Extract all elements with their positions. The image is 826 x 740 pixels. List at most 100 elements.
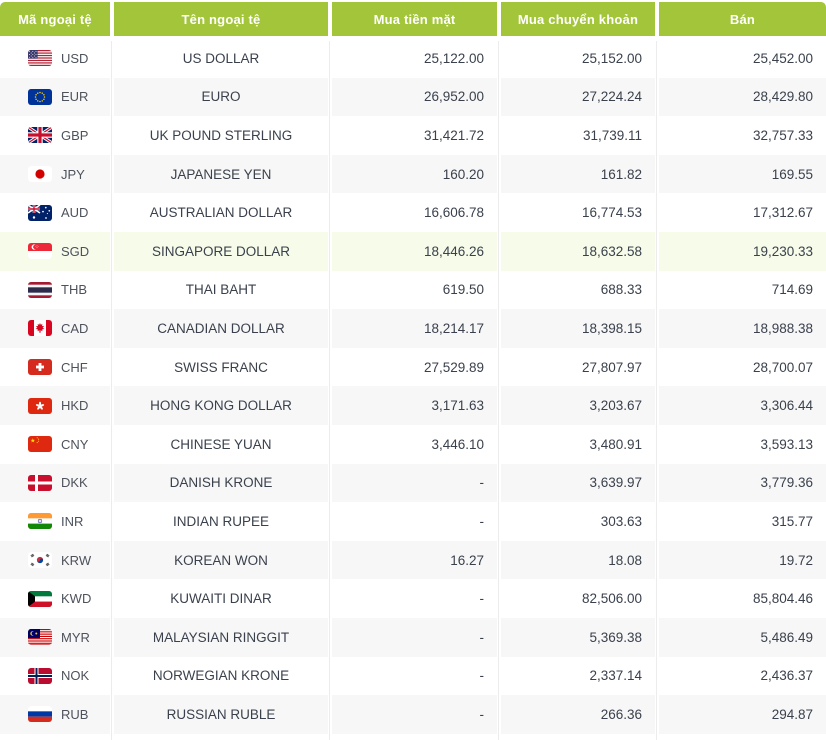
table-row-myr[interactable]: MYR MALAYSIAN RINGGIT -5,369.38 5,486.49 — [0, 617, 826, 657]
buy-transfer-value: 18,632.58 — [501, 231, 655, 271]
buy-cash-value: - — [332, 617, 497, 657]
sell-value: 28,700.07 — [659, 347, 826, 387]
table-body: USD US DOLLAR 25,122.00 25,152.00 25,452.00 E… — [0, 39, 826, 734]
table-row-kwd[interactable]: KWD KUWAITI DINAR -82,506.00 85,804.46 — [0, 579, 826, 618]
table-row-aud[interactable]: AUD AUSTRALIAN DOLLAR 16,606.78 16,774.53 17… — [0, 193, 826, 232]
sell-value: 17,312.67 — [659, 193, 826, 232]
currency-code-cell: KWD — [0, 579, 110, 618]
currency-code: NOK — [61, 668, 90, 684]
buy-transfer-value: 303.63 — [501, 502, 655, 541]
header-currency-code: Mã ngoại tệ — [0, 2, 110, 36]
flag-kwd-icon — [28, 590, 52, 607]
flag-hkd-icon — [28, 397, 52, 414]
currency-code: EUR — [61, 89, 89, 105]
buy-transfer-value: 27,807.97 — [501, 347, 655, 387]
sell-value: 19.72 — [659, 540, 826, 580]
flag-chf-icon — [28, 359, 52, 376]
currency-name: SWISS FRANC — [114, 347, 328, 387]
table-row-cad[interactable]: CAD CANADIAN DOLLAR 18,214.17 18,398.15 18,9… — [0, 309, 826, 348]
flag-inr-icon — [28, 513, 52, 530]
table-row-gbp[interactable]: GBP UK POUND STERLING 31,421.72 31,739.11 32… — [0, 116, 826, 155]
currency-code: JPY — [61, 166, 85, 182]
header-currency-name: Tên ngoại tệ — [114, 2, 328, 36]
currency-code-cell: CHF — [0, 347, 110, 387]
flag-cad-icon — [28, 320, 52, 337]
flag-jpy-icon — [28, 166, 52, 183]
exchange-rates-table: Mã ngoại tệ Tên ngoại tệ Mua tiền mặt Mu… — [0, 2, 826, 740]
buy-transfer-value: 25,152.00 — [501, 39, 655, 78]
sell-value: 32,757.33 — [659, 116, 826, 155]
currency-code-cell: CAD — [0, 309, 110, 348]
table-row-hkd[interactable]: HKD HONG KONG DOLLAR 3,171.63 3,203.67 3,306… — [0, 386, 826, 425]
table-row-nok[interactable]: NOK NORWEGIAN KRONE -2,337.14 2,436.37 — [0, 656, 826, 696]
buy-cash-value: 18,446.26 — [332, 231, 497, 271]
flag-cny-icon — [28, 436, 52, 453]
buy-cash-value: 18,214.17 — [332, 309, 497, 348]
currency-code-cell: USD — [0, 39, 110, 78]
flag-myr-icon — [28, 629, 52, 646]
currency-name: CHINESE YUAN — [114, 424, 328, 464]
sell-value: 2,436.37 — [659, 656, 826, 696]
buy-transfer-value: 2,337.14 — [501, 656, 655, 696]
flag-thb-icon — [28, 281, 52, 298]
table-row-krw[interactable]: KRW KOREAN WON 16.27 18.08 19.72 — [0, 540, 826, 580]
sell-value: 5,486.49 — [659, 617, 826, 657]
table-row-jpy[interactable]: JPY JAPANESE YEN 160.20 161.82 169.55 — [0, 154, 826, 194]
currency-code-cell: AUD — [0, 193, 110, 232]
sell-value: 18,988.38 — [659, 309, 826, 348]
buy-transfer-value: 266.36 — [501, 695, 655, 734]
table-row-inr[interactable]: INR INDIAN RUPEE -303.63 315.77 — [0, 502, 826, 541]
currency-name: KOREAN WON — [114, 540, 328, 580]
table-row-eur[interactable]: EUR EURO 26,952.00 27,224.24 28,429.80 — [0, 77, 826, 117]
buy-cash-value: - — [332, 463, 497, 503]
buy-cash-value: 27,529.89 — [332, 347, 497, 387]
currency-name: INDIAN RUPEE — [114, 502, 328, 541]
table-row-rub[interactable]: RUB RUSSIAN RUBLE -266.36 294.87 — [0, 695, 826, 734]
currency-code-cell: DKK — [0, 463, 110, 503]
currency-code: CAD — [61, 320, 89, 336]
currency-name: US DOLLAR — [114, 39, 328, 78]
header-buy-transfer: Mua chuyển khoản — [501, 2, 655, 36]
flag-usd-icon — [28, 50, 52, 67]
buy-cash-value: 619.50 — [332, 270, 497, 310]
buy-transfer-value: 3,203.67 — [501, 386, 655, 425]
table-row-chf[interactable]: CHF SWISS FRANC 27,529.89 27,807.97 28,700.0… — [0, 347, 826, 387]
currency-code: RUB — [61, 706, 89, 722]
currency-code-cell: HKD — [0, 386, 110, 425]
buy-transfer-value: 161.82 — [501, 154, 655, 194]
sell-value: 3,306.44 — [659, 386, 826, 425]
flag-eur-icon — [28, 88, 52, 105]
sell-value: 714.69 — [659, 270, 826, 310]
flag-krw-icon — [28, 552, 52, 569]
currency-name: RUSSIAN RUBLE — [114, 695, 328, 734]
sell-value: 294.87 — [659, 695, 826, 734]
buy-cash-value: 16,606.78 — [332, 193, 497, 232]
table-row-dkk[interactable]: DKK DANISH KRONE -3,639.97 3,779.36 — [0, 463, 826, 503]
sell-value: 315.77 — [659, 502, 826, 541]
buy-transfer-value: 82,506.00 — [501, 579, 655, 618]
table-row-cny[interactable]: CNY CHINESE YUAN 3,446.10 3,480.91 3,593.13 — [0, 424, 826, 464]
table-row-sgd[interactable]: SGD SINGAPORE DOLLAR 18,446.26 18,632.58 19,… — [0, 231, 826, 271]
currency-name: SINGAPORE DOLLAR — [114, 231, 328, 271]
currency-code-cell: NOK — [0, 656, 110, 696]
currency-code-cell: THB — [0, 270, 110, 310]
buy-transfer-value: 18,398.15 — [501, 309, 655, 348]
currency-code-cell: EUR — [0, 77, 110, 117]
buy-transfer-value: 18.08 — [501, 540, 655, 580]
buy-transfer-value: 31,739.11 — [501, 116, 655, 155]
buy-transfer-value: 688.33 — [501, 270, 655, 310]
currency-code: CHF — [61, 359, 88, 375]
currency-name: UK POUND STERLING — [114, 116, 328, 155]
currency-code-cell: KRW — [0, 540, 110, 580]
table-row-usd[interactable]: USD US DOLLAR 25,122.00 25,152.00 25,452.00 — [0, 39, 826, 78]
currency-code: AUD — [61, 205, 89, 221]
currency-code: KWD — [61, 591, 92, 607]
header-sell: Bán — [659, 2, 826, 36]
currency-code: THB — [61, 282, 87, 298]
header-buy-cash: Mua tiền mặt — [332, 2, 497, 36]
currency-name: MALAYSIAN RINGGIT — [114, 617, 328, 657]
currency-code: USD — [61, 50, 89, 66]
table-row-thb[interactable]: THB THAI BAHT 619.50 688.33 714.69 — [0, 270, 826, 310]
flag-dkk-icon — [28, 474, 52, 491]
buy-cash-value: 16.27 — [332, 540, 497, 580]
